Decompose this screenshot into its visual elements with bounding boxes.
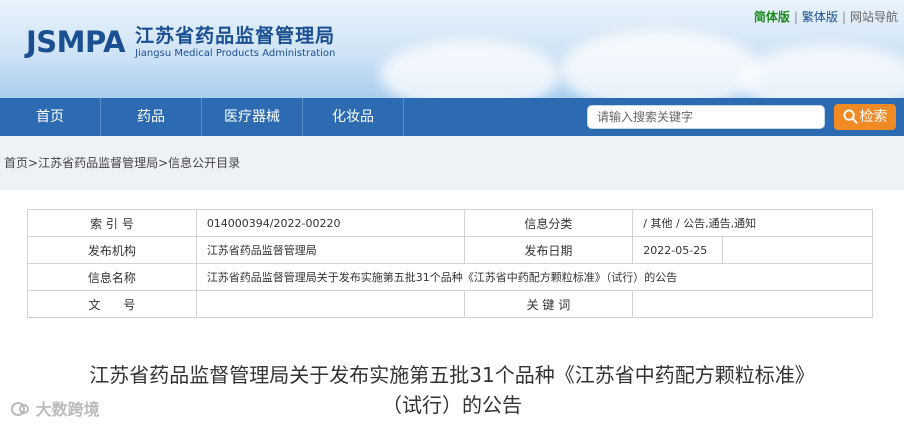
search-input[interactable]: 请输入搜索关键字	[587, 105, 825, 129]
info-table: 索 引 号 014000394/2022-00220 信息分类 / 其他 / 公…	[27, 209, 874, 318]
breadcrumb: 首页>江苏省药品监督管理局>信息公开目录	[4, 154, 240, 171]
header-cloud	[740, 45, 904, 98]
simplified-link[interactable]: 简体版	[752, 10, 792, 24]
docno-value	[195, 290, 465, 318]
site-header: JSMPA 江苏省药品监督管理局 Jiangsu Medical Product…	[0, 0, 904, 98]
docno-label: 文 号	[27, 290, 197, 318]
sitemap-link[interactable]: 网站导航	[848, 10, 900, 24]
table-row: 索 引 号 014000394/2022-00220 信息分类 / 其他 / 公…	[27, 209, 873, 237]
search-button[interactable]: 检索	[834, 104, 896, 130]
name-label: 信息名称	[27, 263, 197, 291]
category-value: / 其他 / 公告,通告,通知	[632, 209, 873, 237]
watermark-logo-icon	[11, 402, 29, 416]
header-cloud	[380, 40, 560, 98]
breadcrumb-separator: >	[28, 156, 39, 170]
keywords-value	[632, 290, 873, 318]
logo-abbr: JSMPA	[26, 25, 126, 59]
breadcrumb-separator: >	[158, 156, 169, 170]
index-label: 索 引 号	[27, 209, 197, 237]
table-row: 文 号 关 键 词	[27, 290, 873, 318]
nav-item-cosmetics[interactable]: 化妆品	[303, 98, 403, 136]
date-label: 发布日期	[463, 236, 634, 264]
empty-cell	[722, 236, 873, 264]
logo-chinese-name: 江苏省药品监督管理局	[135, 25, 336, 47]
search-button-label: 检索	[859, 109, 888, 125]
logo-text: 江苏省药品监督管理局 Jiangsu Medical Products Admi…	[135, 24, 335, 60]
table-row: 信息名称 江苏省药品监督管理局关于发布实施第五批31个品种《江苏省中药配方颗粒标…	[27, 263, 874, 291]
logo-english-name: Jiangsu Medical Products Administration	[135, 48, 336, 59]
name-value: 江苏省药品监督管理局关于发布实施第五批31个品种《江苏省中药配方颗粒标准》（试行…	[195, 263, 874, 291]
article-title-line1: 江苏省药品监督管理局关于发布实施第五批31个品种《江苏省中药配方颗粒标准》	[89, 363, 815, 387]
nav-item-devices[interactable]: 医疗器械	[202, 98, 302, 136]
link-separator: |	[793, 10, 798, 24]
watermark-text: 大数跨境	[35, 400, 100, 419]
article-title: 江苏省药品监督管理局关于发布实施第五批31个品种《江苏省中药配方颗粒标准》 （试…	[0, 360, 904, 420]
header-cloud	[560, 30, 760, 98]
nav-divider	[403, 98, 404, 136]
nav-item-home[interactable]: 首页	[0, 98, 100, 136]
keywords-label: 关 键 词	[463, 290, 634, 318]
breadcrumb-bar: 首页>江苏省药品监督管理局>信息公开目录	[0, 136, 904, 190]
main-nav: 首页 药品 医疗器械 化妆品 请输入搜索关键字 检索	[0, 98, 904, 136]
breadcrumb-home[interactable]: 首页	[4, 156, 28, 170]
breadcrumb-section[interactable]: 信息公开目录	[168, 156, 240, 170]
traditional-link[interactable]: 繁体版	[800, 10, 840, 24]
publisher-value: 江苏省药品监督管理局	[195, 236, 465, 264]
breadcrumb-org[interactable]: 江苏省药品监督管理局	[38, 156, 158, 170]
top-links: 简体版 | 繁体版 | 网站导航	[752, 8, 900, 25]
watermark: 大数跨境	[10, 396, 100, 420]
article-title-line2: （试行）的公告	[382, 393, 522, 417]
search-icon	[842, 109, 858, 124]
category-label: 信息分类	[463, 209, 634, 237]
nav-item-drugs[interactable]: 药品	[101, 98, 201, 136]
publisher-label: 发布机构	[27, 236, 197, 264]
site-logo[interactable]: JSMPA 江苏省药品监督管理局 Jiangsu Medical Product…	[26, 24, 335, 60]
index-value: 014000394/2022-00220	[195, 209, 465, 237]
link-separator: |	[841, 10, 846, 24]
date-value: 2022-05-25	[632, 236, 724, 264]
table-row: 发布机构 江苏省药品监督管理局 发布日期 2022-05-25	[27, 236, 873, 264]
